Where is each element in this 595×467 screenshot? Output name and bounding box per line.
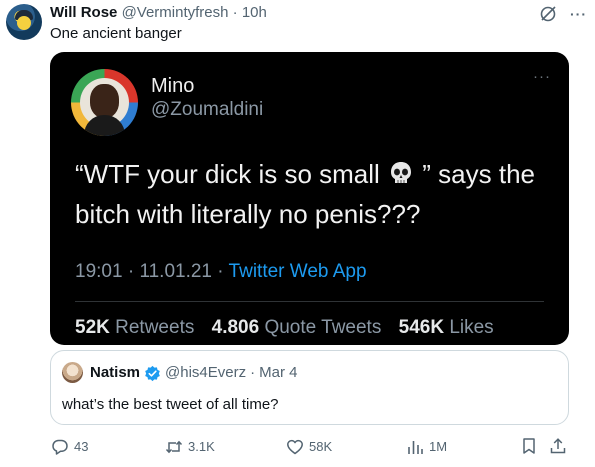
tweet-media-screenshot[interactable]: Mino @Zoumaldini ··· “WTF your dick is s… <box>50 52 569 345</box>
embedded-likes-count: 546K <box>398 317 445 338</box>
like-button[interactable]: 58K <box>286 437 332 457</box>
tweet-header: Will Rose @Vermintyfresh · 10h <box>50 3 267 23</box>
like-count: 58K <box>309 439 333 454</box>
views-button[interactable]: 1M <box>406 437 447 457</box>
embedded-date: 11.01.21 <box>139 261 212 282</box>
embedded-time: 19:01 <box>75 261 123 282</box>
retweet-count: 3.1K <box>188 439 215 454</box>
grok-icon[interactable] <box>538 4 558 24</box>
embedded-quotes-label: Quote Tweets <box>264 317 382 338</box>
verified-badge-icon <box>145 365 160 381</box>
embedded-retweets-count: 52K <box>75 317 110 338</box>
tweet-time[interactable]: 10h <box>242 4 267 21</box>
avatar-face <box>17 16 31 30</box>
embedded-tweet-text: “WTF your dick is so small ” says the bi… <box>75 154 555 234</box>
quoted-author-name: Natism <box>90 364 141 381</box>
embedded-retweets-label: Retweets <box>115 317 195 338</box>
quoted-author-avatar <box>62 362 83 383</box>
share-icon <box>550 438 566 454</box>
quoted-tweet-text: what’s the best tweet of all time? <box>62 396 279 413</box>
reply-button[interactable]: 43 <box>51 437 88 457</box>
header-separator: · <box>232 4 238 21</box>
retweet-button[interactable]: 3.1K <box>165 437 215 457</box>
quoted-tweet[interactable]: Natism @his4Everz · Mar 4 what’s the bes… <box>50 350 569 425</box>
avatar-head <box>90 84 119 118</box>
embedded-quotes-count: 4.806 <box>211 317 260 338</box>
author-avatar[interactable] <box>6 4 42 40</box>
more-options-icon[interactable]: ··· <box>570 6 587 22</box>
quoted-date: Mar 4 <box>259 364 298 381</box>
bookmark-icon <box>523 438 535 454</box>
author-handle[interactable]: @Vermintyfresh <box>122 4 229 21</box>
views-chart-icon <box>408 441 423 454</box>
share-button[interactable] <box>549 437 567 455</box>
embedded-likes-label: Likes <box>449 317 494 338</box>
quoted-separator: · <box>250 364 256 381</box>
tweet-top-actions: ··· <box>538 4 587 24</box>
embedded-meta: 19:01 · 11.01.21 · Twitter Web App <box>75 260 367 284</box>
tweet-action-bar: 43 3.1K 58K 1M <box>50 437 569 457</box>
author-name[interactable]: Will Rose <box>50 4 117 21</box>
quoted-header: Natism @his4Everz · Mar 4 <box>90 363 297 383</box>
views-count: 1M <box>429 439 448 454</box>
embedded-more-icon: ··· <box>533 68 551 85</box>
embedded-meta-dot: · <box>217 261 224 282</box>
embedded-avatar <box>71 69 138 136</box>
retweet-icon <box>165 440 183 454</box>
embedded-stats: 52K Retweets 4.806 Quote Tweets 546K Lik… <box>75 316 494 340</box>
embedded-author-name: Mino <box>151 75 195 97</box>
skull-emoji-icon <box>391 162 412 183</box>
heart-icon <box>287 439 303 455</box>
embedded-text-start: “WTF your dick is so small <box>75 159 380 189</box>
embedded-source-app: Twitter Web App <box>228 261 367 282</box>
reply-count: 43 <box>74 439 89 454</box>
tweet-text: One ancient banger <box>50 25 182 42</box>
embedded-divider <box>75 301 544 302</box>
embedded-author-handle: @Zoumaldini <box>151 99 264 120</box>
quoted-author-handle: @his4Everz <box>165 364 247 381</box>
reply-icon <box>52 439 68 455</box>
bookmark-button[interactable] <box>520 437 538 455</box>
embedded-meta-dot: · <box>127 261 135 282</box>
